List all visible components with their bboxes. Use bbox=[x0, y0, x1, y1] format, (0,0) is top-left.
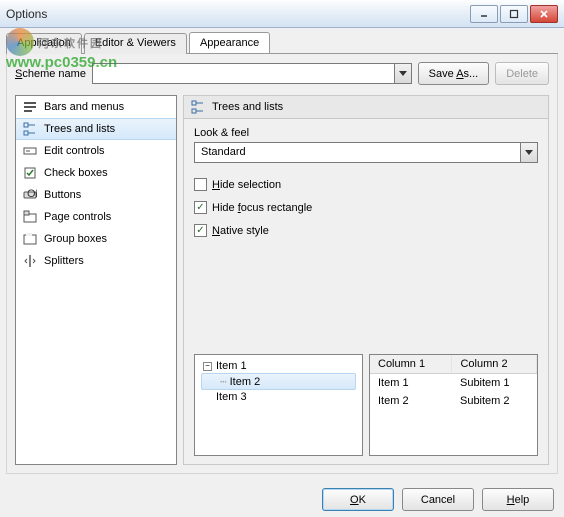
tree-item[interactable]: − Item 1 bbox=[201, 359, 356, 373]
scheme-dropdown-button[interactable] bbox=[394, 63, 412, 84]
trees-lists-icon bbox=[190, 99, 206, 115]
scheme-label: Scheme name bbox=[15, 68, 86, 80]
tab-application[interactable]: Application bbox=[6, 33, 82, 54]
preview-list[interactable]: Column 1 Column 2 Item 1 Subitem 1 bbox=[369, 354, 538, 456]
look-feel-value: Standard bbox=[194, 142, 520, 163]
category-bars-menus[interactable]: Bars and menus bbox=[16, 96, 176, 118]
close-button[interactable] bbox=[530, 5, 558, 23]
ok-button[interactable]: OK bbox=[322, 488, 394, 511]
help-button[interactable]: Help bbox=[482, 488, 554, 511]
bars-menus-icon bbox=[22, 99, 38, 115]
save-as-button[interactable]: Save As... bbox=[418, 62, 490, 85]
category-list[interactable]: Bars and menus Trees and lists Edit cont… bbox=[15, 95, 177, 465]
look-feel-label: Look & feel bbox=[194, 127, 538, 139]
checkbox-icon bbox=[194, 224, 207, 237]
splitters-icon bbox=[22, 253, 38, 269]
collapse-icon[interactable]: − bbox=[203, 362, 212, 371]
column-header[interactable]: Column 1 bbox=[370, 355, 452, 374]
category-edit-controls[interactable]: Edit controls bbox=[16, 140, 176, 162]
window-buttons bbox=[470, 5, 558, 23]
column-header[interactable]: Column 2 bbox=[452, 355, 537, 374]
scheme-row: Scheme name Save As... Delete bbox=[15, 62, 549, 85]
category-group-boxes[interactable]: Group boxes bbox=[16, 228, 176, 250]
list-row[interactable]: Item 2 Subitem 2 bbox=[370, 392, 537, 410]
checkbox-icon bbox=[194, 178, 207, 191]
tree-branch-icon: ⋯ bbox=[220, 375, 226, 388]
native-style-checkbox[interactable]: Native style bbox=[194, 224, 538, 237]
check-boxes-icon bbox=[22, 165, 38, 181]
checkbox-icon bbox=[194, 201, 207, 214]
page-controls-icon bbox=[22, 209, 38, 225]
edit-controls-icon bbox=[22, 143, 38, 159]
category-splitters[interactable]: Splitters bbox=[16, 250, 176, 272]
minimize-button[interactable] bbox=[470, 5, 498, 23]
tab-panel-appearance: Scheme name Save As... Delete Bars and m… bbox=[6, 54, 558, 474]
dialog-footer: OK Cancel Help bbox=[322, 488, 554, 511]
category-check-boxes[interactable]: Check boxes bbox=[16, 162, 176, 184]
section-body: Look & feel Standard Hide selection Hide… bbox=[183, 119, 549, 465]
look-feel-select[interactable]: Standard bbox=[194, 142, 538, 163]
tree-item[interactable]: Item 3 bbox=[201, 390, 356, 404]
list-row[interactable]: Item 1 Subitem 1 bbox=[370, 374, 537, 393]
group-boxes-icon bbox=[22, 231, 38, 247]
chevron-down-icon bbox=[525, 150, 533, 156]
hide-selection-checkbox[interactable]: Hide selection bbox=[194, 178, 538, 191]
category-trees-lists[interactable]: Trees and lists bbox=[16, 118, 176, 140]
tab-editor-viewers[interactable]: Editor & Viewers bbox=[84, 33, 187, 54]
delete-button: Delete bbox=[495, 62, 549, 85]
preview-tree[interactable]: − Item 1 ⋯ Item 2 Item 3 bbox=[194, 354, 363, 456]
category-page-controls[interactable]: Page controls bbox=[16, 206, 176, 228]
tab-appearance[interactable]: Appearance bbox=[189, 32, 270, 53]
settings-panel: Trees and lists Look & feel Standard Hid… bbox=[183, 95, 549, 465]
tree-item[interactable]: ⋯ Item 2 bbox=[201, 373, 356, 390]
section-header: Trees and lists bbox=[183, 95, 549, 119]
cancel-button[interactable]: Cancel bbox=[402, 488, 474, 511]
scheme-input[interactable] bbox=[92, 63, 394, 84]
preview-row: − Item 1 ⋯ Item 2 Item 3 bbox=[194, 354, 538, 456]
maximize-button[interactable] bbox=[500, 5, 528, 23]
category-buttons[interactable]: OK Buttons bbox=[16, 184, 176, 206]
window-title: Options bbox=[6, 7, 470, 21]
titlebar: Options bbox=[0, 0, 564, 28]
chevron-down-icon bbox=[399, 71, 407, 77]
svg-text:OK: OK bbox=[27, 188, 37, 200]
scheme-combo[interactable] bbox=[92, 63, 412, 84]
trees-lists-icon bbox=[22, 121, 38, 137]
look-feel-dropdown-button[interactable] bbox=[520, 142, 538, 163]
tabs: Application Editor & Viewers Appearance bbox=[6, 32, 558, 54]
buttons-icon: OK bbox=[22, 187, 38, 203]
hide-focus-checkbox[interactable]: Hide focus rectangle bbox=[194, 201, 538, 214]
